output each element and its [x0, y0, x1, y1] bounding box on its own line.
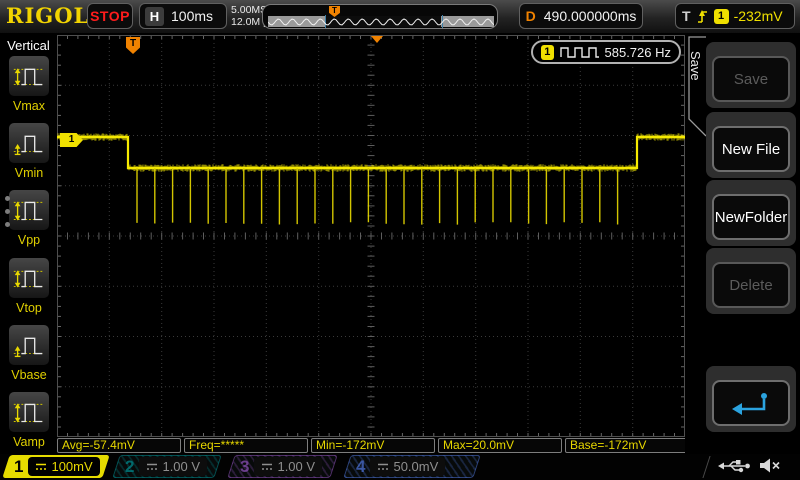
speaker-muted-icon	[760, 458, 780, 473]
vpp-pulse-icon	[13, 201, 45, 221]
square-wave-icon	[559, 46, 599, 58]
vpp-button[interactable]	[8, 189, 50, 231]
channel-4-tab[interactable]: 4 50.0mV	[343, 455, 481, 478]
vbase-button[interactable]	[8, 324, 50, 366]
sidebar-item-vbase[interactable]: Vbase	[8, 324, 50, 382]
horizontal-timebase-indicator[interactable]: H 100ms	[139, 3, 227, 29]
trigger-info-indicator[interactable]: T 1 -232mV	[675, 3, 795, 29]
back-button[interactable]	[712, 380, 790, 426]
channel-4-scale: 50.0mV	[393, 459, 439, 474]
frequency-counter: 1 585.726 Hz	[531, 40, 681, 64]
trigger-source-badge: 1	[713, 8, 729, 24]
oscilloscope-screen: RIGOL STOP H 100ms 5.00MSa/s 12.0M pts T…	[0, 0, 800, 480]
rigol-logo: RIGOL	[6, 3, 90, 28]
preview-waveform	[268, 18, 494, 26]
run-state-label: STOP	[90, 8, 130, 24]
vamp-label: Vamp	[13, 435, 45, 449]
measurement-avg: Avg=-57.4mV	[57, 438, 181, 453]
measurement-max: Max=20.0mV	[438, 438, 562, 453]
new-file-button[interactable]: New File	[712, 126, 790, 172]
channel-3-tab[interactable]: 3 1.00 V	[227, 455, 338, 478]
delay-d-badge: D	[525, 8, 536, 24]
waveform-memory-preview[interactable]: T	[262, 4, 498, 29]
channel-2-tab[interactable]: 2 1.00 V	[112, 455, 222, 478]
measurement-freq: Freq=*****	[184, 438, 308, 453]
vmax-pulse-icon	[13, 68, 45, 86]
dc-coupling-icon	[378, 463, 389, 470]
sidebar-item-vamp[interactable]: Vamp	[8, 391, 50, 449]
vamp-pulse-icon	[13, 403, 45, 423]
rising-edge-icon	[697, 10, 707, 23]
measurement-base: Base=-172mV	[565, 438, 689, 453]
channel-status-bar: 1 100mV 2 1.00 V 3 1.00 V 4 50.0mV	[0, 454, 800, 480]
vamp-button[interactable]	[8, 391, 50, 433]
waveform-display: T 1 1 585.726 Hz	[56, 34, 686, 437]
channel-2-scale: 1.00 V	[162, 459, 201, 474]
top-status-bar: RIGOL STOP H 100ms 5.00MSa/s 12.0M pts T…	[0, 0, 800, 34]
channel-1-scale: 100mV	[51, 459, 93, 474]
graticule-and-trace	[56, 34, 686, 437]
sidebar-title: Vertical	[7, 38, 50, 53]
save-button[interactable]: Save	[712, 56, 790, 102]
sidebar-item-vpp[interactable]: Vpp	[8, 189, 50, 247]
vbase-label: Vbase	[11, 368, 47, 382]
delay-value: 490.000000ms	[543, 8, 637, 24]
freq-counter-channel-badge: 1	[541, 44, 554, 60]
channel-2-number: 2	[125, 456, 135, 476]
channel-4-number: 4	[356, 456, 366, 476]
channel-3-scale: 1.00 V	[277, 459, 316, 474]
vtop-button[interactable]	[8, 257, 50, 299]
measurement-min: Min=-172mV	[311, 438, 435, 453]
sidebar-item-vmax[interactable]: Vmax	[8, 55, 50, 113]
vmax-label: Vmax	[13, 99, 45, 113]
vmin-pulse-icon	[13, 135, 45, 156]
return-arrow-icon	[732, 393, 767, 415]
new-folder-button[interactable]: NewFolder	[712, 194, 790, 240]
usb-icon	[718, 460, 750, 473]
dc-coupling-icon	[36, 463, 47, 470]
horizontal-h-badge: H	[145, 6, 164, 26]
dc-coupling-icon	[147, 463, 158, 470]
trigger-delay-indicator[interactable]: D 490.000000ms	[519, 3, 643, 29]
delete-button[interactable]: Delete	[712, 262, 790, 308]
channel-1-number: 1	[14, 456, 24, 476]
vmin-label: Vmin	[14, 166, 44, 180]
timebase-value: 100ms	[171, 8, 214, 24]
trigger-level-value: -232mV	[733, 8, 783, 24]
menu-tab-label: Save	[688, 51, 703, 81]
sidebar-item-vtop[interactable]: Vtop	[8, 257, 50, 315]
vbase-pulse-icon	[13, 337, 45, 358]
vmin-button[interactable]	[8, 122, 50, 164]
run-state-indicator[interactable]: STOP	[87, 3, 133, 29]
vmax-button[interactable]	[8, 55, 50, 97]
trigger-t-label: T	[682, 8, 691, 24]
vtop-pulse-icon	[13, 270, 45, 288]
vertical-measure-sidebar: Vertical Vmax Vmin Vpp Vtop Vbase Vamp	[0, 33, 57, 480]
freq-counter-value: 585.726 Hz	[604, 44, 672, 60]
vtop-label: Vtop	[16, 301, 42, 315]
save-menu: Save Save New File NewFolder Delete	[685, 33, 800, 480]
dc-coupling-icon	[262, 463, 273, 470]
vpp-label: Vpp	[17, 233, 41, 247]
channel-1-tab[interactable]: 1 100mV	[2, 455, 110, 478]
channel-3-number: 3	[240, 456, 250, 476]
sidebar-item-vmin[interactable]: Vmin	[8, 122, 50, 180]
